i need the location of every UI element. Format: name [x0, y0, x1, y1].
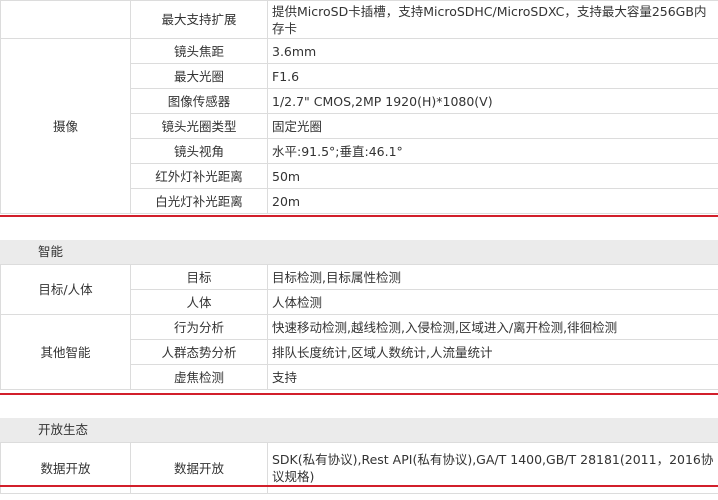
- spec-value: 固定光圈: [267, 113, 718, 139]
- spec-sheet: 最大支持扩展 提供MicroSD卡插槽，支持MicroSDHC/MicroSDX…: [0, 0, 718, 500]
- spec-value: 提供MicroSD卡插槽，支持MicroSDHC/MicroSDXC，支持最大容…: [267, 0, 718, 39]
- spec-key: 行为分析: [130, 314, 268, 340]
- storage-camera-section: 最大支持扩展 提供MicroSD卡插槽，支持MicroSDHC/MicroSDX…: [0, 0, 718, 214]
- table-row: 最大支持扩展 提供MicroSD卡插槽，支持MicroSDHC/MicroSDX…: [0, 0, 718, 39]
- spec-key: 镜头焦距: [130, 38, 268, 64]
- spec-value: 排队长度统计,区域人数统计,人流量统计: [267, 339, 718, 365]
- table-row: 摄像 镜头焦距 3.6mm: [0, 38, 718, 214]
- spec-value: F1.6: [267, 63, 718, 89]
- spec-value: 人体检测: [267, 289, 718, 315]
- section-header-ecosystem: 开放生态: [0, 418, 718, 442]
- spec-key: 人群态势分析: [130, 339, 268, 365]
- category-cell-empty: [0, 0, 131, 39]
- spec-key: 目标: [130, 264, 268, 290]
- spec-value: 水平:91.5°;垂直:46.1°: [267, 138, 718, 164]
- spec-key: 最大支持扩展: [130, 0, 268, 39]
- spec-key: 白光灯补光距离: [130, 188, 268, 214]
- spec-value: 目标检测,目标属性检测: [267, 264, 718, 290]
- smart-section: 目标/人体 目标 目标检测,目标属性检测 人体 人体检测 其他智能 行为分析 快…: [0, 264, 718, 390]
- spec-table-smart: 目标/人体 目标 目标检测,目标属性检测 人体 人体检测 其他智能 行为分析 快…: [0, 264, 718, 390]
- category-cell-target: 目标/人体: [0, 264, 131, 315]
- table-row: 目标/人体 目标 目标检测,目标属性检测: [0, 264, 718, 315]
- category-cell-camera: 摄像: [0, 38, 131, 214]
- spec-value: 支持: [267, 364, 718, 390]
- spec-value: 快速移动检测,越线检测,入侵检测,区域进入/离开检测,徘徊检测: [267, 314, 718, 340]
- spec-value: 1/2.7" CMOS,2MP 1920(H)*1080(V): [267, 88, 718, 114]
- section-divider: [0, 393, 718, 395]
- section-divider: [0, 215, 718, 217]
- spec-key: 镜头视角: [130, 138, 268, 164]
- spec-value: 3.6mm: [267, 38, 718, 64]
- spec-value: 20m: [267, 188, 718, 214]
- section-divider: [0, 485, 718, 487]
- table-row: 其他智能 行为分析 快速移动检测,越线检测,入侵检测,区域进入/离开检测,徘徊检…: [0, 314, 718, 390]
- spec-value: 50m: [267, 163, 718, 189]
- spec-key: 虚焦检测: [130, 364, 268, 390]
- spec-key: 镜头光圈类型: [130, 113, 268, 139]
- spec-key: 图像传感器: [130, 88, 268, 114]
- spec-table-camera: 最大支持扩展 提供MicroSD卡插槽，支持MicroSDHC/MicroSDX…: [0, 0, 718, 214]
- category-cell-other-smart: 其他智能: [0, 314, 131, 390]
- spec-key: 红外灯补光距离: [130, 163, 268, 189]
- spec-key: 最大光圈: [130, 63, 268, 89]
- spec-key: 人体: [130, 289, 268, 315]
- section-header-smart: 智能: [0, 240, 718, 264]
